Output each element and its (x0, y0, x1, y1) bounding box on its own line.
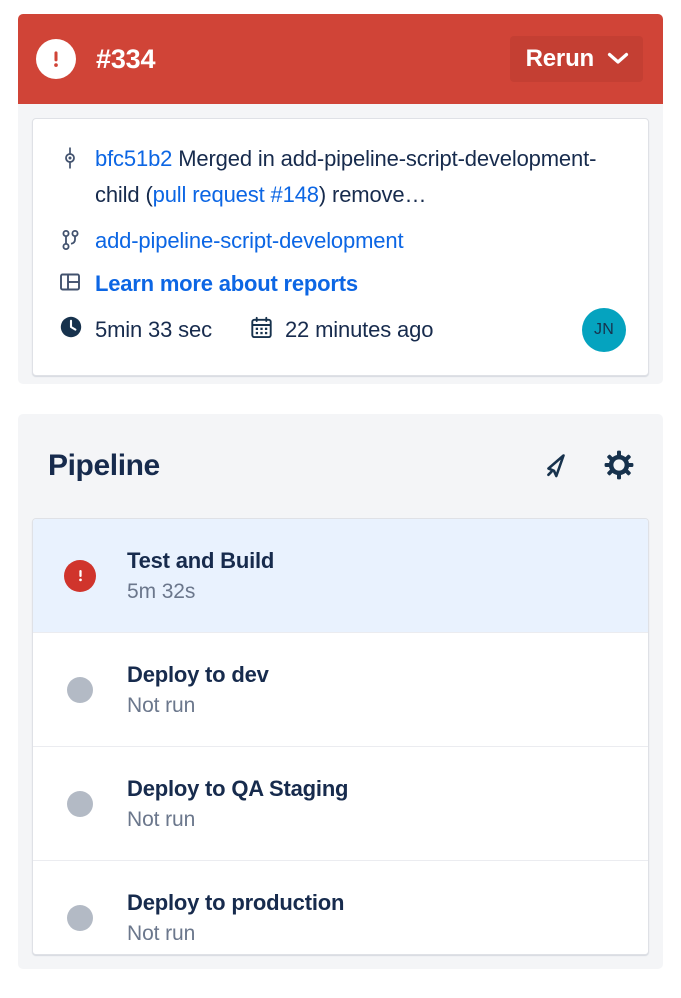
commit-message: bfc51b2 Merged in add-pipeline-script-de… (95, 141, 622, 213)
clock-icon (59, 315, 83, 344)
step-marker (59, 905, 101, 931)
step-marker (59, 560, 101, 592)
commit-row: bfc51b2 Merged in add-pipeline-script-de… (59, 141, 622, 213)
pipeline-header-actions (541, 449, 635, 484)
reports-row: Learn more about reports (59, 269, 622, 299)
pipeline-steps-list: Test and Build 5m 32s Deploy to dev Not … (33, 519, 648, 955)
error-circle-icon (36, 39, 76, 79)
timestamp-value: 22 minutes ago (285, 317, 433, 343)
duration-value: 5min 33 sec (95, 317, 212, 343)
chevron-down-icon (607, 51, 629, 68)
pull-request-link[interactable]: pull request #148 (153, 182, 319, 207)
step-status: Not run (127, 921, 344, 947)
page-title: Pipeline (48, 449, 541, 483)
timestamp-stat: 22 minutes ago (250, 316, 433, 344)
notifications-bell-icon (541, 449, 573, 484)
step-name: Test and Build (127, 547, 274, 575)
commit-message-part-2: ) remove… (319, 182, 426, 207)
step-body: Test and Build 5m 32s (127, 547, 274, 605)
pipeline-step-deploy-to-dev[interactable]: Deploy to dev Not run (33, 633, 648, 747)
step-marker (59, 677, 101, 703)
rerun-button-label: Rerun (526, 45, 594, 73)
step-marker (59, 791, 101, 817)
duration-stat: 5min 33 sec (59, 315, 212, 344)
build-stats-row: 5min 33 sec (59, 315, 622, 344)
rerun-button[interactable]: Rerun (510, 36, 643, 82)
step-status: 5m 32s (127, 579, 274, 605)
reports-table-icon (59, 269, 81, 291)
step-body: Deploy to QA Staging Not run (127, 775, 348, 833)
step-name: Deploy to QA Staging (127, 775, 348, 803)
pipeline-steps-card: Test and Build 5m 32s Deploy to dev Not … (32, 518, 649, 955)
settings-gear-button[interactable] (603, 449, 635, 484)
avatar-initials: JN (594, 321, 614, 339)
pipeline-step-test-and-build[interactable]: Test and Build 5m 32s (33, 519, 648, 633)
build-summary-card: bfc51b2 Merged in add-pipeline-script-de… (18, 104, 663, 384)
branch-row: add-pipeline-script-development (59, 226, 622, 256)
pipeline-step-deploy-to-production[interactable]: Deploy to production Not run (33, 861, 648, 955)
pipeline-header: Pipeline (18, 414, 663, 518)
pending-dot-icon (67, 791, 93, 817)
avatar[interactable]: JN (582, 308, 626, 352)
pipeline-card: Pipeline (18, 414, 663, 969)
calendar-icon (250, 316, 273, 344)
pending-dot-icon (67, 905, 93, 931)
learn-more-reports-link[interactable]: Learn more about reports (95, 269, 358, 299)
build-result-page: #334 Rerun (0, 0, 681, 998)
step-name: Deploy to production (127, 889, 344, 917)
build-summary-inner: bfc51b2 Merged in add-pipeline-script-de… (32, 118, 649, 376)
pipeline-step-deploy-to-qa-staging[interactable]: Deploy to QA Staging Not run (33, 747, 648, 861)
notifications-bell-button[interactable] (541, 449, 573, 484)
pending-dot-icon (67, 677, 93, 703)
step-body: Deploy to production Not run (127, 889, 344, 947)
build-status-banner: #334 Rerun (18, 14, 663, 104)
step-name: Deploy to dev (127, 661, 269, 689)
banner-left-group: #334 (36, 39, 510, 79)
step-status: Not run (127, 693, 269, 719)
build-number: #334 (96, 44, 155, 75)
commit-icon (59, 141, 81, 169)
error-circle-icon (64, 560, 96, 592)
branch-name-link[interactable]: add-pipeline-script-development (95, 226, 403, 256)
settings-gear-icon (603, 449, 635, 484)
step-body: Deploy to dev Not run (127, 661, 269, 719)
commit-hash-link[interactable]: bfc51b2 (95, 146, 172, 171)
step-status: Not run (127, 807, 348, 833)
branch-icon (59, 226, 81, 250)
